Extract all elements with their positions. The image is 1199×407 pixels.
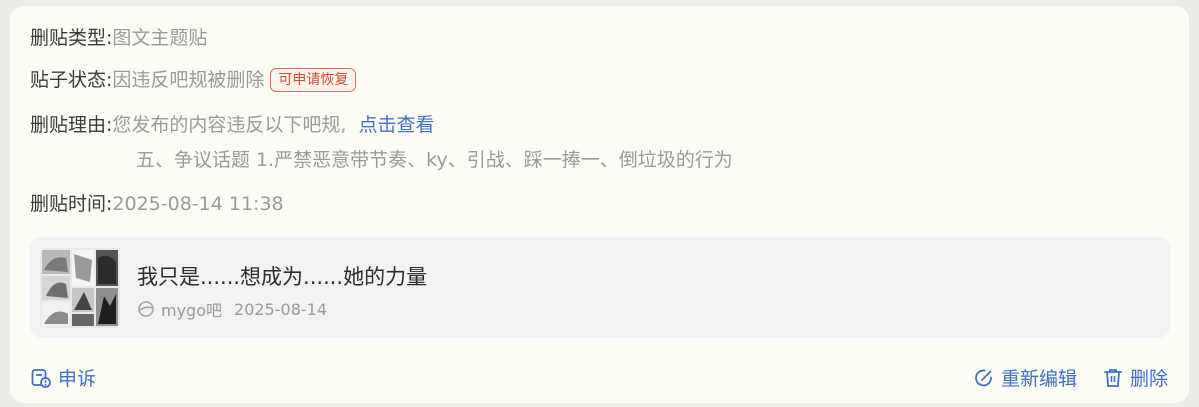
post-date: 2025-08-14	[234, 299, 327, 319]
delete-time-label: 删贴时间:	[30, 193, 113, 215]
deleted-post-card: 删贴类型: 图文主题贴 贴子状态: 因违反吧规被删除 可申请恢复 删贴理由: 您…	[10, 6, 1189, 403]
reedit-button[interactable]: 重新编辑	[973, 364, 1077, 391]
delete-type-row: 删贴类型: 图文主题贴	[30, 25, 207, 51]
restore-badge[interactable]: 可申请恢复	[270, 68, 357, 92]
delete-time-value: 2025-08-14 11:38	[112, 193, 284, 215]
trash-icon	[1102, 367, 1130, 389]
appeal-button[interactable]: 申诉	[30, 364, 96, 391]
post-status-value: 因违反吧规被删除	[112, 69, 265, 91]
delete-reason-label: 删贴理由:	[30, 114, 113, 136]
view-rules-link[interactable]: 点击查看	[358, 112, 434, 138]
post-preview[interactable]: 我只是......想成为......她的力量 mygo吧 2025-08-14	[30, 237, 1170, 338]
delete-reason-detail: 五、争议话题 1.严禁恶意带节奏、ky、引战、踩一捧一、倒垃圾的行为	[136, 149, 733, 171]
forum-icon	[137, 300, 155, 318]
forum-name[interactable]: mygo吧	[161, 297, 222, 321]
post-thumbnail	[40, 248, 120, 328]
appeal-icon	[30, 367, 58, 389]
delete-label: 删除	[1130, 368, 1169, 390]
delete-time-row: 删贴时间: 2025-08-14 11:38	[30, 191, 284, 217]
appeal-label: 申诉	[58, 368, 97, 390]
delete-type-value: 图文主题贴	[112, 27, 208, 49]
post-status-label: 贴子状态:	[30, 69, 113, 91]
delete-reason-value: 您发布的内容违反以下吧规,	[112, 114, 347, 136]
delete-button[interactable]: 删除	[1102, 364, 1168, 391]
post-meta: mygo吧 2025-08-14	[137, 297, 327, 321]
edit-icon	[973, 367, 1001, 389]
delete-reason-row: 删贴理由: 您发布的内容违反以下吧规, 点击查看	[30, 112, 434, 138]
post-status-row: 贴子状态: 因违反吧规被删除 可申请恢复	[30, 67, 357, 93]
post-title: 我只是......想成为......她的力量	[137, 265, 428, 289]
delete-type-label: 删贴类型:	[30, 27, 113, 49]
reedit-label: 重新编辑	[1001, 368, 1078, 390]
